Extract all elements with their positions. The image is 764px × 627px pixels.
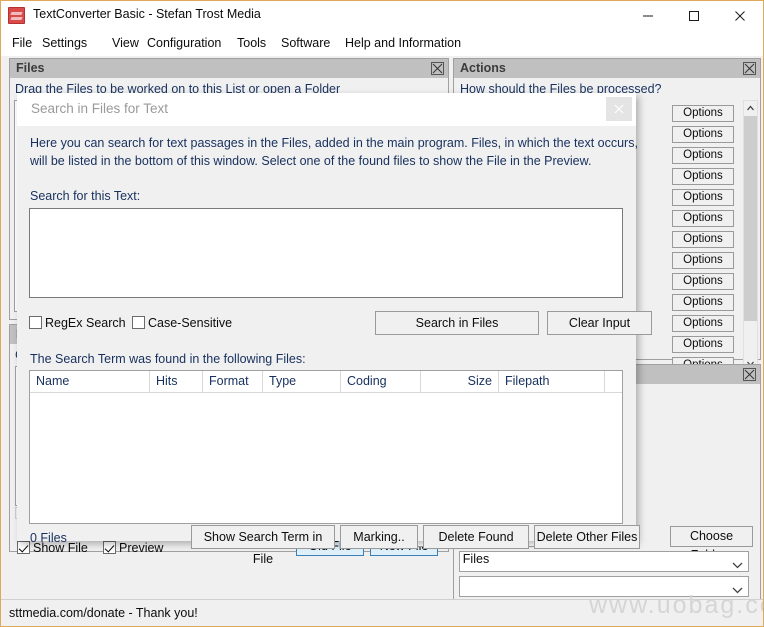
menu-item-tools[interactable]: Tools	[234, 35, 269, 51]
dialog-body: Here you can search for text passages in…	[17, 126, 636, 541]
options-button[interactable]: Options	[672, 189, 734, 206]
search-text-label: Search for this Text:	[30, 189, 140, 203]
delete-found-files-button[interactable]: Delete Found Files	[423, 525, 529, 549]
output-encoding-combobox[interactable]	[459, 551, 749, 572]
search-in-files-button[interactable]: Search in Files	[375, 311, 539, 335]
choose-folder-button[interactable]: Choose Folder..	[670, 526, 753, 547]
menu-item-settings[interactable]: Settings	[39, 35, 90, 51]
actions-panel-title: Actions	[460, 61, 506, 75]
scroll-thumb[interactable]	[744, 116, 757, 321]
options-button[interactable]: Options	[672, 294, 734, 311]
menu-item-software[interactable]: Software	[278, 35, 333, 51]
column-header-type[interactable]: Type	[263, 371, 341, 392]
options-button[interactable]: Options	[672, 231, 734, 248]
regex-search-checkbox[interactable]: RegEx Search	[29, 316, 126, 330]
search-text-input[interactable]	[29, 208, 623, 298]
status-text: sttmedia.com/donate - Thank you!	[9, 606, 198, 620]
menu-item-configuration[interactable]: Configuration	[144, 35, 224, 51]
options-button[interactable]: Options	[672, 252, 734, 269]
dialog-close-button[interactable]	[606, 97, 632, 121]
column-header-spacer	[605, 371, 623, 392]
chevron-up-icon[interactable]	[744, 101, 757, 116]
options-button[interactable]: Options	[672, 315, 734, 332]
actions-panel-close-icon[interactable]	[743, 62, 756, 75]
dialog-title: Search in Files for Text	[31, 101, 168, 116]
chevron-down-icon	[732, 558, 743, 572]
minimize-button[interactable]	[625, 1, 671, 31]
search-results-table-header: Name Hits Format Type Coding Size Filepa…	[30, 371, 622, 393]
menu-item-file[interactable]: File	[9, 35, 35, 51]
files-panel-close-icon[interactable]	[431, 62, 444, 75]
checkbox-box[interactable]	[17, 541, 30, 554]
regex-search-label: RegEx Search	[45, 316, 126, 330]
menu-bar: File Settings View Configuration Tools S…	[1, 31, 763, 56]
maximize-button[interactable]	[671, 1, 717, 31]
case-sensitive-label: Case-Sensitive	[148, 316, 232, 330]
files-panel-title: Files	[16, 61, 45, 75]
checkbox-box[interactable]	[132, 316, 145, 329]
delete-other-files-button[interactable]: Delete Other Files	[534, 525, 640, 549]
clear-input-button[interactable]: Clear Input	[547, 311, 652, 335]
menu-item-help[interactable]: Help and Information	[342, 35, 464, 51]
options-button[interactable]: Options	[672, 147, 734, 164]
show-search-term-in-file-button[interactable]: Show Search Term in File	[191, 525, 335, 549]
column-header-coding[interactable]: Coding	[341, 371, 421, 392]
column-header-filepath[interactable]: Filepath	[499, 371, 605, 392]
chevron-down-icon	[732, 583, 743, 597]
column-header-size[interactable]: Size	[421, 371, 499, 392]
files-panel-header: Files	[10, 59, 448, 78]
application-window: TextConverter Basic - Stefan Trost Media…	[0, 0, 764, 627]
actions-vscrollbar[interactable]	[743, 100, 758, 372]
output-format-combobox[interactable]	[459, 576, 749, 597]
options-button[interactable]: Options	[672, 168, 734, 185]
menu-item-view[interactable]: View	[109, 35, 142, 51]
preview-checkbox[interactable]: Preview	[103, 541, 163, 555]
column-header-format[interactable]: Format	[203, 371, 263, 392]
options-button[interactable]: Options	[672, 336, 734, 353]
options-button[interactable]: Options	[672, 105, 734, 122]
column-header-hits[interactable]: Hits	[150, 371, 203, 392]
close-button[interactable]	[717, 1, 763, 31]
checkbox-box[interactable]	[103, 541, 116, 554]
window-title: TextConverter Basic - Stefan Trost Media	[33, 7, 261, 21]
preview-label: Preview	[119, 541, 163, 555]
options-button[interactable]: Options	[672, 273, 734, 290]
column-header-name[interactable]: Name	[30, 371, 150, 392]
options-button[interactable]: Options	[672, 126, 734, 143]
options-button[interactable]: Options	[672, 210, 734, 227]
status-bar: sttmedia.com/donate - Thank you!	[1, 599, 763, 626]
results-label: The Search Term was found in the followi…	[30, 352, 306, 366]
dialog-header: Search in Files for Text	[17, 93, 636, 126]
case-sensitive-checkbox[interactable]: Case-Sensitive	[132, 316, 232, 330]
search-in-files-dialog: Search in Files for Text Here you can se…	[17, 93, 636, 541]
output-panel-close-icon[interactable]	[743, 368, 756, 381]
checkbox-box[interactable]	[29, 316, 42, 329]
dialog-description-line-2: will be listed in the bottom of this win…	[30, 154, 591, 168]
actions-panel-header: Actions	[454, 59, 760, 78]
marking-button[interactable]: Marking..	[340, 525, 418, 549]
search-results-table[interactable]: Name Hits Format Type Coding Size Filepa…	[29, 370, 623, 524]
file-count-label: 0 Files	[30, 531, 67, 545]
app-icon	[8, 7, 25, 24]
dialog-description-line-1: Here you can search for text passages in…	[30, 136, 638, 150]
title-bar: TextConverter Basic - Stefan Trost Media	[1, 1, 763, 31]
